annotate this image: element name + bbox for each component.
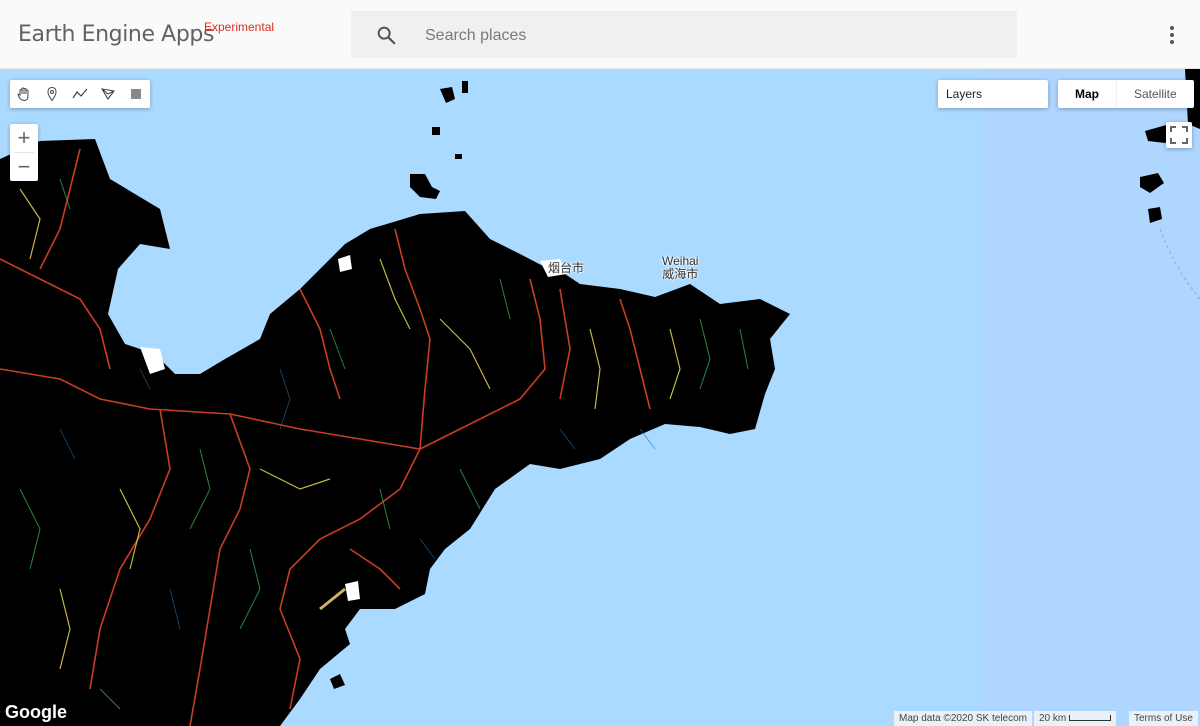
google-logo: Google — [5, 702, 67, 722]
map-type-control: Map Satellite — [1058, 80, 1194, 108]
scale-bar — [1069, 715, 1112, 722]
zoom-out-button[interactable]: − — [10, 153, 38, 181]
point-marker-icon[interactable] — [38, 80, 66, 108]
search-input[interactable] — [423, 11, 1007, 60]
place-label-weihai: Weihai 威海市 — [662, 255, 698, 281]
place-label-yantai: 烟台市 — [548, 262, 584, 275]
drawing-toolbar — [10, 80, 150, 108]
app-header: Earth Engine Apps Experimental — [0, 0, 1200, 69]
more-vert-icon[interactable] — [1162, 22, 1182, 48]
fullscreen-icon — [1170, 126, 1188, 144]
polygon-icon[interactable] — [94, 80, 122, 108]
layers-dropdown[interactable]: Layers — [938, 80, 1048, 108]
scale-label: 20 km — [1039, 713, 1067, 724]
place-local-name: 威海市 — [662, 267, 699, 281]
map-type-map-button[interactable]: Map — [1058, 80, 1116, 108]
rectangle-icon[interactable] — [122, 80, 150, 108]
map-attribution: Map data ©2020 SK telecom — [894, 711, 1032, 726]
zoom-in-button[interactable]: + — [10, 124, 38, 152]
search-box — [351, 11, 1017, 60]
map-type-satellite-button[interactable]: Satellite — [1116, 80, 1194, 108]
pan-hand-icon[interactable] — [10, 80, 38, 108]
scale-indicator[interactable]: 20 km — [1034, 711, 1117, 726]
experimental-badge: Experimental — [204, 20, 275, 34]
terms-of-use-link[interactable]: Terms of Use — [1129, 711, 1198, 726]
polyline-icon[interactable] — [66, 80, 94, 108]
zoom-control: + − — [10, 124, 38, 181]
app-title: Earth Engine Apps — [18, 22, 215, 47]
map-terrain — [0, 69, 1200, 726]
fullscreen-button[interactable] — [1166, 122, 1192, 148]
map-canvas[interactable]: + − Layers Map Satellite Weihai 威海市 烟台市 … — [0, 69, 1200, 726]
search-icon[interactable] — [375, 24, 397, 46]
place-local-name: 烟台市 — [548, 261, 585, 275]
